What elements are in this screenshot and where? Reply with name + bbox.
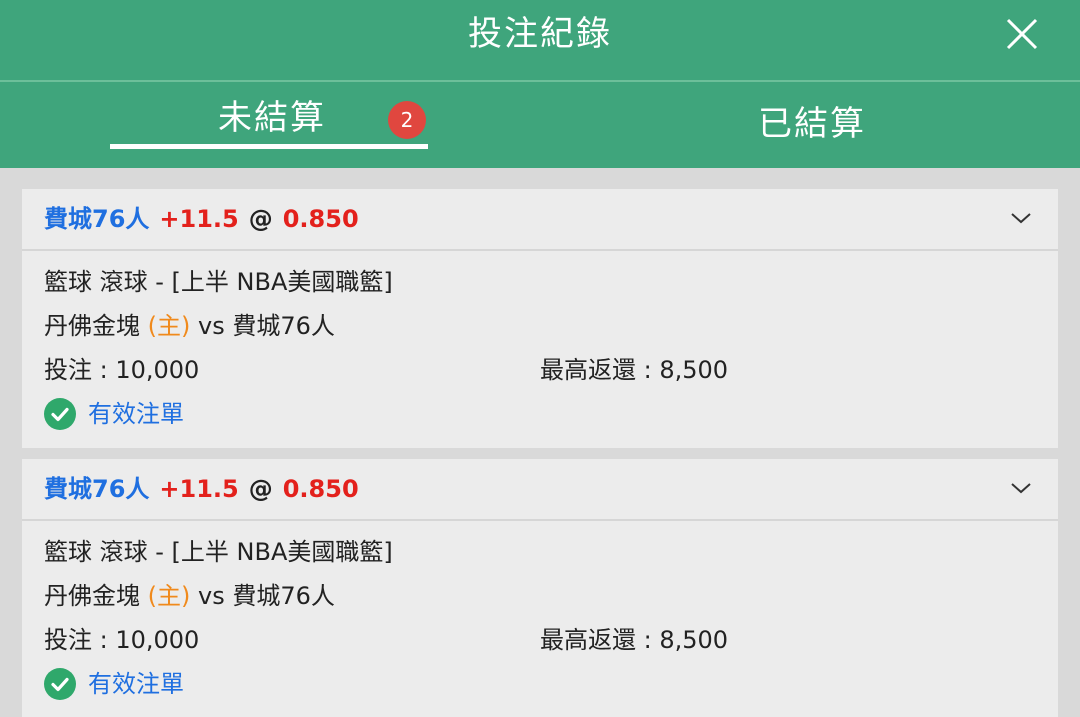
pending-count-badge: 2 (388, 101, 426, 139)
bet-team: 費城76人 (44, 475, 150, 503)
max-return: 最高返還 : 8,500 (540, 356, 729, 384)
bet-card-header[interactable]: 費城76人 +11.5 @0.850 (22, 459, 1058, 521)
close-icon (1006, 18, 1038, 50)
away-team: 費城76人 (232, 582, 335, 610)
bet-odds: 0.850 (282, 475, 359, 503)
check-circle-icon (44, 398, 76, 430)
bet-card: 費城76人 +11.5 @0.850 籃球 滾球 - [上半 NBA美國職籃] 丹佛… (22, 189, 1058, 448)
page-title: 投注紀錄 (468, 14, 612, 54)
vs-label: vs (198, 582, 225, 610)
home-team: 丹佛金塊 (44, 582, 140, 610)
bet-handicap: +11.5 (159, 475, 239, 503)
active-tab-indicator (110, 144, 428, 149)
check-circle-icon (44, 668, 76, 700)
vs-label: vs (198, 312, 225, 340)
max-return: 最高返還 : 8,500 (540, 626, 729, 654)
home-tag: (主) (147, 582, 191, 610)
away-team: 費城76人 (232, 312, 335, 340)
chevron-down-icon[interactable] (1010, 207, 1032, 229)
at-sign: @ (248, 475, 273, 503)
league-info: 籃球 滾球 - [上半 NBA美國職籃] (44, 538, 393, 566)
bet-selection: 費城76人 +11.5 @0.850 (44, 472, 359, 506)
stake-amount: 投注 : 10,000 (44, 356, 200, 384)
bet-handicap: +11.5 (159, 205, 239, 233)
bet-odds: 0.850 (282, 205, 359, 233)
bet-selection: 費城76人 +11.5 @0.850 (44, 202, 359, 236)
bet-status: 有效注單 (44, 667, 184, 701)
home-tag: (主) (147, 312, 191, 340)
stake-amount: 投注 : 10,000 (44, 626, 200, 654)
bet-card: 費城76人 +11.5 @0.850 籃球 滾球 - [上半 NBA美國職籃] 丹佛… (22, 459, 1058, 717)
matchup: 丹佛金塊 (主) vs 費城76人 (44, 309, 335, 343)
league-info: 籃球 滾球 - [上半 NBA美國職籃] (44, 268, 393, 296)
tab-settled[interactable]: 已結算 (650, 82, 970, 168)
tab-pending-label: 未結算 (218, 98, 326, 138)
at-sign: @ (248, 205, 273, 233)
header-bar: 投注紀錄 (0, 0, 1080, 80)
close-button[interactable] (1000, 12, 1044, 56)
bet-status-label: 有效注單 (88, 400, 184, 428)
bet-card-header[interactable]: 費城76人 +11.5 @0.850 (22, 189, 1058, 251)
bet-status: 有效注單 (44, 397, 184, 431)
tab-settled-label: 已結算 (758, 104, 866, 144)
tab-bar: 未結算 2 已結算 (0, 82, 1080, 168)
bet-status-label: 有效注單 (88, 670, 184, 698)
bet-team: 費城76人 (44, 205, 150, 233)
tab-pending[interactable]: 未結算 2 (110, 82, 430, 168)
home-team: 丹佛金塊 (44, 312, 140, 340)
chevron-down-icon[interactable] (1010, 477, 1032, 499)
matchup: 丹佛金塊 (主) vs 費城76人 (44, 579, 335, 613)
